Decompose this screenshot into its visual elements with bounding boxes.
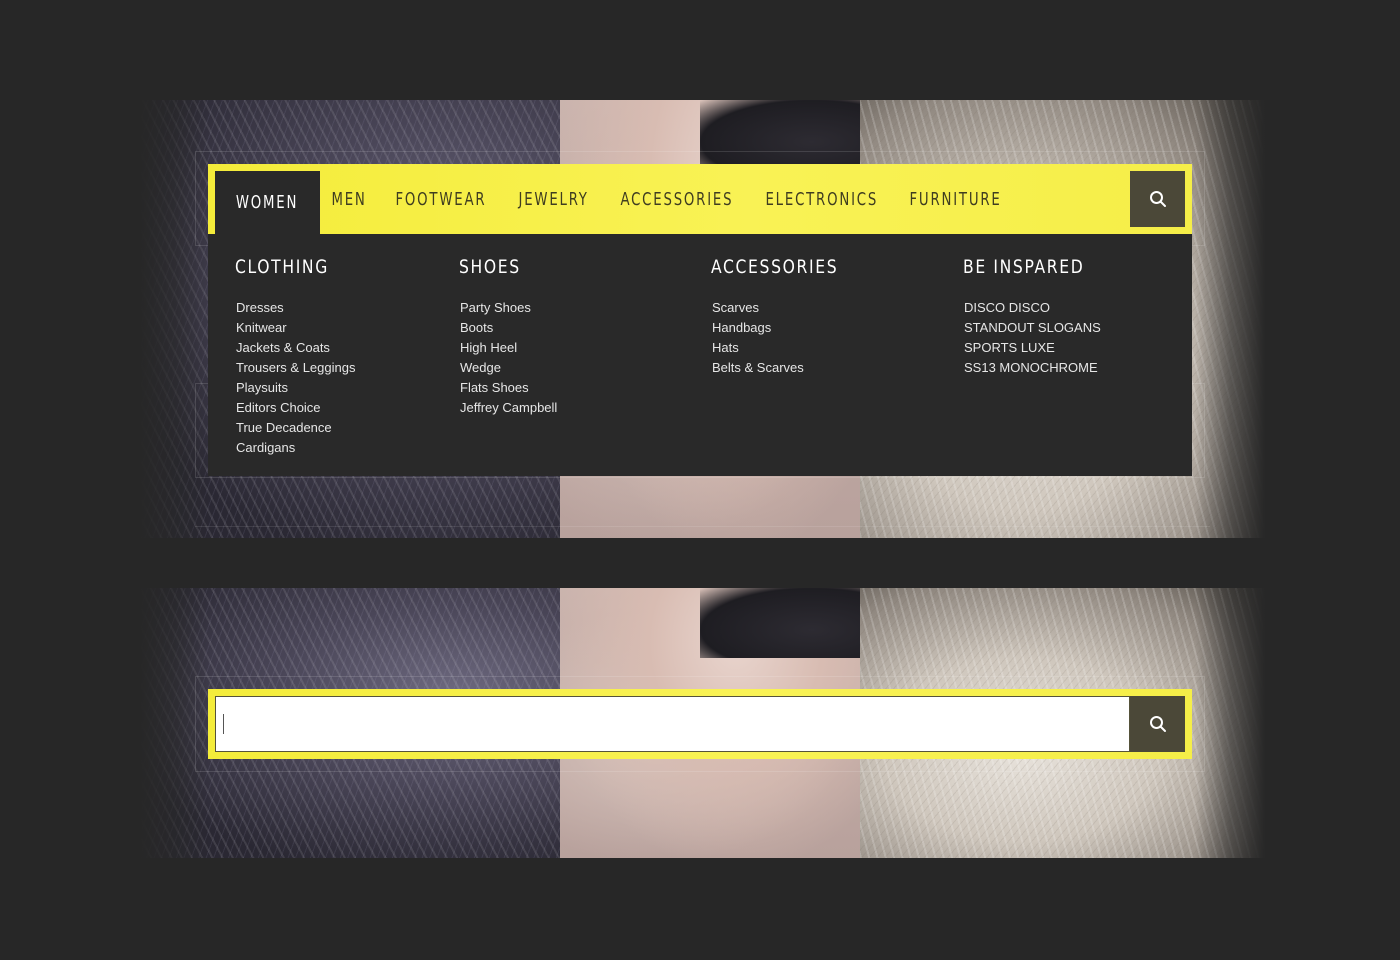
- menu-column-clothing: CLOTHING Dresses Knitwear Jackets & Coat…: [235, 256, 355, 458]
- menu-link[interactable]: SS13 MONOCHROME: [963, 358, 1111, 378]
- menu-link[interactable]: Jeffrey Campbell: [459, 398, 557, 418]
- menu-link[interactable]: Jackets & Coats: [235, 338, 355, 358]
- nav-search-button[interactable]: [1130, 171, 1185, 227]
- nav-item-footwear[interactable]: FOOTWEAR: [384, 171, 498, 227]
- hero-fade-right: [1195, 588, 1265, 858]
- nav-item-electronics[interactable]: ELECTRONICS: [754, 171, 890, 227]
- menu-link[interactable]: Trousers & Leggings: [235, 358, 355, 378]
- mega-menu-dropdown: CLOTHING Dresses Knitwear Jackets & Coat…: [208, 234, 1192, 476]
- nav-item-furniture[interactable]: FURNITURE: [898, 171, 1013, 227]
- menu-links: Party Shoes Boots High Heel Wedge Flats …: [459, 298, 557, 418]
- hero-coat: [700, 588, 860, 658]
- search-icon: [1149, 716, 1166, 732]
- menu-column-be-inspared: BE INSPARED DISCO DISCO STANDOUT SLOGANS…: [963, 256, 1111, 378]
- menu-link[interactable]: Knitwear: [235, 318, 355, 338]
- menu-link[interactable]: Boots: [459, 318, 557, 338]
- menu-link[interactable]: Cardigans: [235, 438, 355, 458]
- hero-fade-right: [1195, 100, 1265, 538]
- menu-link[interactable]: Flats Shoes: [459, 378, 557, 398]
- menu-links: DISCO DISCO STANDOUT SLOGANS SPORTS LUXE…: [963, 298, 1111, 378]
- menu-column-accessories: ACCESSORIES Scarves Handbags Hats Belts …: [711, 256, 866, 378]
- menu-links: Scarves Handbags Hats Belts & Scarves: [711, 298, 866, 378]
- text-caret: [223, 714, 224, 734]
- search-submit-button[interactable]: [1130, 696, 1185, 752]
- main-nav: WOMEN MEN FOOTWEAR JEWELRY ACCESSORIES E…: [208, 164, 1192, 234]
- search-field-container: [215, 696, 1130, 752]
- menu-link[interactable]: Handbags: [711, 318, 866, 338]
- nav-items: WOMEN MEN FOOTWEAR JEWELRY ACCESSORIES E…: [215, 171, 1185, 234]
- nav-item-jewelry[interactable]: JEWELRY: [507, 171, 600, 227]
- menu-link[interactable]: Belts & Scarves: [711, 358, 866, 378]
- hero-divider-line: [195, 526, 1210, 527]
- menu-link[interactable]: Dresses: [235, 298, 355, 318]
- search-input[interactable]: [216, 697, 1129, 751]
- menu-column-shoes: SHOES Party Shoes Boots High Heel Wedge …: [459, 256, 557, 418]
- menu-link[interactable]: Wedge: [459, 358, 557, 378]
- menu-link[interactable]: High Heel: [459, 338, 557, 358]
- nav-item-accessories[interactable]: ACCESSORIES: [609, 171, 745, 227]
- menu-link[interactable]: Playsuits: [235, 378, 355, 398]
- menu-heading: BE INSPARED: [963, 256, 1085, 278]
- search-icon: [1149, 191, 1166, 207]
- menu-link[interactable]: SPORTS LUXE: [963, 338, 1111, 358]
- menu-link[interactable]: True Decadence: [235, 418, 355, 438]
- menu-link[interactable]: STANDOUT SLOGANS: [963, 318, 1111, 338]
- menu-heading: SHOES: [459, 256, 521, 278]
- menu-heading: CLOTHING: [235, 256, 329, 278]
- search-bar: [208, 689, 1192, 759]
- nav-item-men[interactable]: MEN: [320, 171, 378, 227]
- menu-links: Dresses Knitwear Jackets & Coats Trouser…: [235, 298, 355, 458]
- menu-link[interactable]: DISCO DISCO: [963, 298, 1111, 318]
- menu-link[interactable]: Party Shoes: [459, 298, 557, 318]
- menu-link[interactable]: Editors Choice: [235, 398, 355, 418]
- menu-link[interactable]: Scarves: [711, 298, 866, 318]
- menu-heading: ACCESSORIES: [711, 256, 839, 278]
- nav-item-women[interactable]: WOMEN: [215, 171, 320, 234]
- menu-link[interactable]: Hats: [711, 338, 866, 358]
